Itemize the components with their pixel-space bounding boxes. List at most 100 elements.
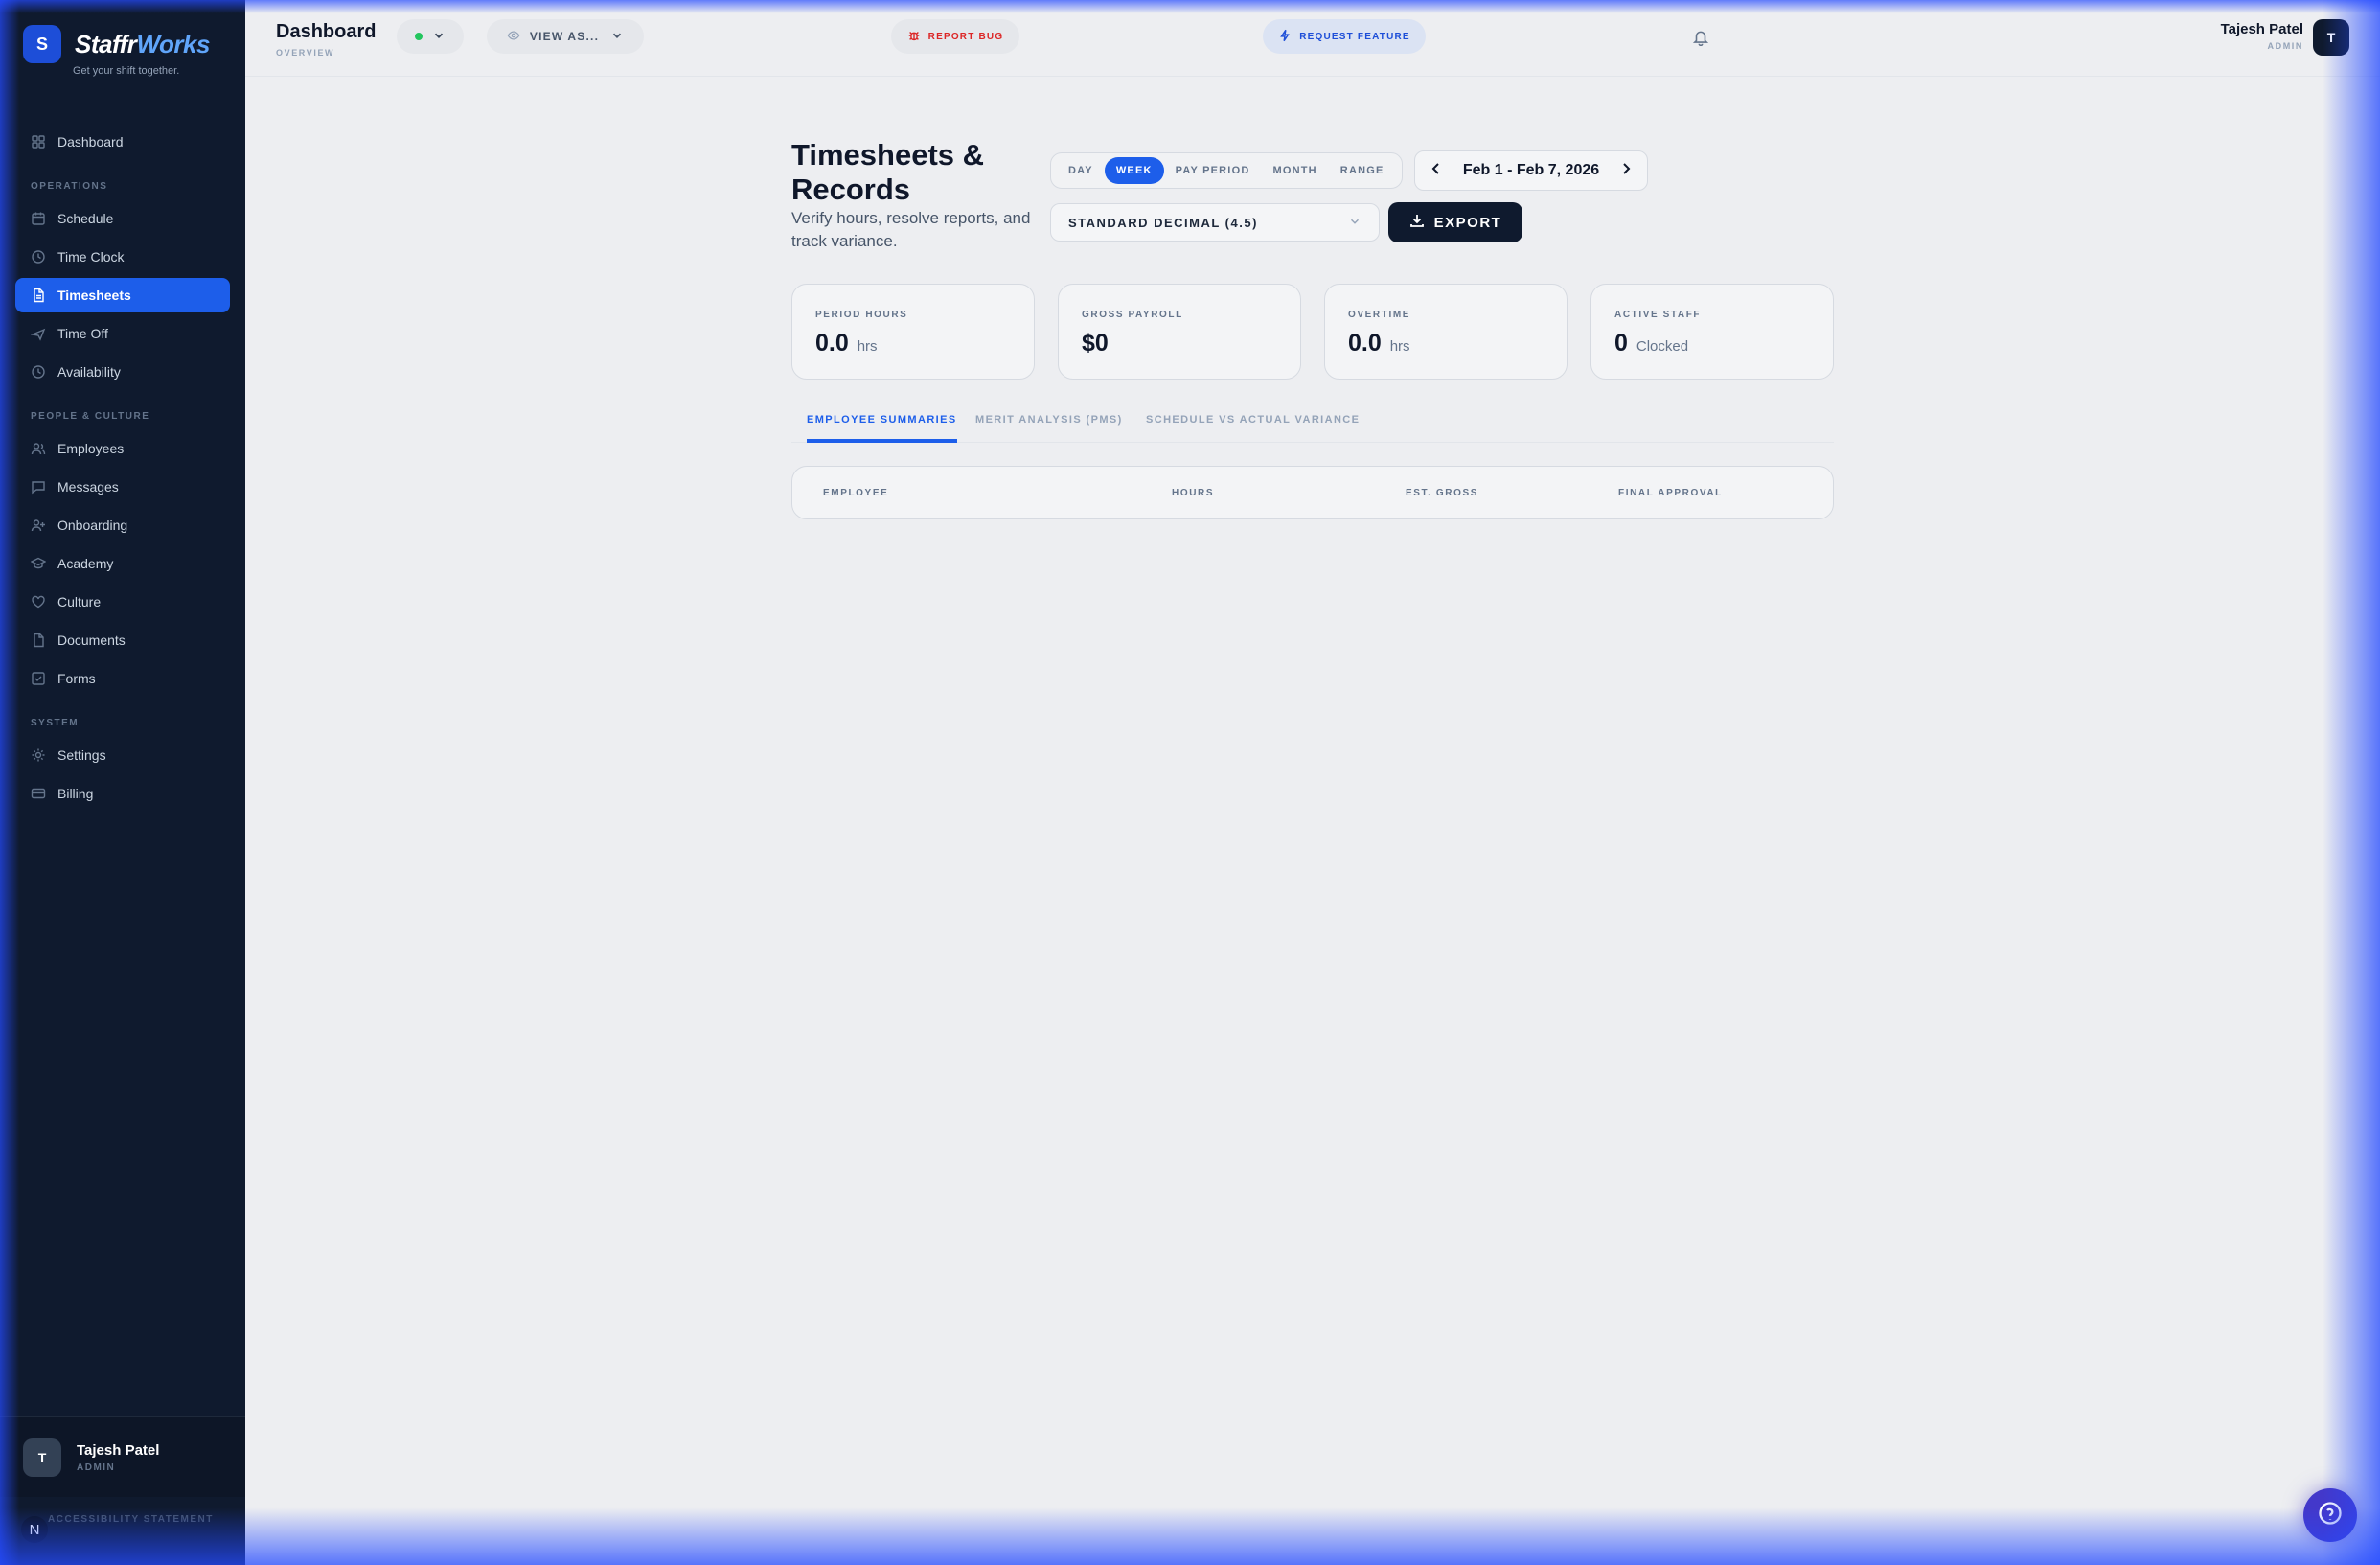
edge-glow <box>0 1507 2380 1565</box>
stat-label: PERIOD HOURS <box>815 310 908 320</box>
date-navigator: Feb 1 - Feb 7, 2026 <box>1414 150 1648 191</box>
sidebar-item-timesheets[interactable]: Timesheets <box>15 278 230 312</box>
sidebar-item-availability[interactable]: Availability <box>15 355 230 389</box>
sidebar-item-label: Documents <box>57 633 126 648</box>
time-format-value: STANDARD DECIMAL (4.5) <box>1068 215 1258 230</box>
sidebar-item-settings[interactable]: Settings <box>15 738 230 772</box>
clock-icon <box>31 249 46 265</box>
topbar-subtitle: OVERVIEW <box>276 48 335 58</box>
sidebar-item-label: Employees <box>57 441 125 456</box>
heart-icon <box>31 594 46 610</box>
sidebar-item-culture[interactable]: Culture <box>15 585 230 619</box>
sidebar-section-system: SYSTEM <box>31 717 80 728</box>
sidebar-item-label: Culture <box>57 594 102 610</box>
table-header-employee[interactable]: EMPLOYEE <box>823 488 888 498</box>
avatar[interactable]: T <box>2313 19 2349 56</box>
sidebar-item-time-clock[interactable]: Time Clock <box>15 240 230 274</box>
tab-merit-analysis[interactable]: MERIT ANALYSIS (PMS) <box>975 414 1123 443</box>
sidebar: S StaffrWorks Get your shift together. D… <box>0 0 245 1565</box>
question-icon <box>2317 1500 2344 1531</box>
export-label: EXPORT <box>1433 214 1502 231</box>
report-bug-button[interactable]: REPORT BUG <box>891 19 1019 54</box>
table-header-final-approval[interactable]: FINAL APPROVAL <box>1618 488 1723 498</box>
brand-tagline: Get your shift together. <box>73 65 180 77</box>
sidebar-item-label: Settings <box>57 748 106 763</box>
sidebar-item-label: Messages <box>57 479 119 495</box>
brand-name-part2: Works <box>136 29 210 58</box>
chevron-left-icon[interactable] <box>1429 161 1444 181</box>
document-icon <box>31 633 46 648</box>
tab-schedule-variance[interactable]: SCHEDULE VS ACTUAL VARIANCE <box>1146 414 1360 443</box>
sidebar-item-label: Time Off <box>57 326 108 341</box>
calendar-icon <box>31 211 46 226</box>
stat-card-active-staff: ACTIVE STAFF 0 Clocked <box>1590 284 1834 380</box>
sidebar-item-time-off[interactable]: Time Off <box>15 316 230 351</box>
sidebar-item-schedule[interactable]: Schedule <box>15 201 230 236</box>
sidebar-item-label: Forms <box>57 671 96 686</box>
accessibility-statement-link[interactable]: ACCESSIBILITY STATEMENT <box>48 1514 214 1525</box>
sidebar-section-people-culture: PEOPLE & CULTURE <box>31 410 150 422</box>
sidebar-user[interactable]: T Tajesh Patel ADMIN <box>0 1416 245 1497</box>
bell-icon[interactable] <box>1682 19 1719 56</box>
view-as-label: VIEW AS... <box>529 30 600 43</box>
topbar-title: Dashboard <box>276 21 377 42</box>
topbar-user-role: ADMIN <box>2267 41 2303 51</box>
chevron-down-icon <box>432 29 446 45</box>
stat-unit: hrs <box>857 338 878 355</box>
topbar-user-name: Tajesh Patel <box>2220 21 2303 37</box>
request-feature-button[interactable]: REQUEST FEATURE <box>1263 19 1426 54</box>
sidebar-item-employees[interactable]: Employees <box>15 431 230 466</box>
sidebar-item-forms[interactable]: Forms <box>15 661 230 696</box>
download-icon <box>1409 213 1434 232</box>
stat-unit: Clocked <box>1636 338 1689 355</box>
bug-icon <box>907 29 921 45</box>
help-button[interactable] <box>2303 1488 2357 1542</box>
brand-name: StaffrWorks <box>75 30 210 59</box>
export-button[interactable]: EXPORT <box>1388 202 1522 242</box>
topbar: Dashboard OVERVIEW VIEW AS... REPORT BUG… <box>245 0 2380 77</box>
gear-icon <box>31 748 46 763</box>
period-month-button[interactable]: MONTH <box>1261 157 1328 184</box>
avatar: T <box>23 1438 61 1477</box>
period-pay-period-button[interactable]: PAY PERIOD <box>1164 157 1262 184</box>
brand[interactable]: S StaffrWorks <box>23 25 210 63</box>
sidebar-item-documents[interactable]: Documents <box>15 623 230 657</box>
sidebar-item-messages[interactable]: Messages <box>15 470 230 504</box>
checkbox-icon <box>31 671 46 686</box>
file-icon <box>31 288 46 303</box>
time-format-select[interactable]: STANDARD DECIMAL (4.5) <box>1050 203 1380 242</box>
sidebar-item-label: Schedule <box>57 211 114 226</box>
stat-value: 0.0 <box>1348 330 1382 357</box>
status-dropdown[interactable] <box>397 19 464 54</box>
sidebar-item-label: Timesheets <box>57 288 131 303</box>
sidebar-item-academy[interactable]: Academy <box>15 546 230 581</box>
table-header-est-gross[interactable]: EST. GROSS <box>1406 488 1478 498</box>
tab-employee-summaries[interactable]: EMPLOYEE SUMMARIES <box>807 414 957 443</box>
period-week-button[interactable]: WEEK <box>1104 157 1164 184</box>
graduation-cap-icon <box>31 556 46 571</box>
brand-logo-badge: S <box>23 25 61 63</box>
sidebar-item-label: Availability <box>57 364 121 380</box>
stat-card-overtime: OVERTIME 0.0 hrs <box>1324 284 1568 380</box>
request-feature-label: REQUEST FEATURE <box>1299 31 1410 42</box>
stat-card-gross-payroll: GROSS PAYROLL $0 <box>1058 284 1301 380</box>
stat-value: 0.0 <box>815 330 849 357</box>
period-range-button[interactable]: RANGE <box>1329 157 1396 184</box>
sparkle-icon <box>1278 29 1292 45</box>
view-as-dropdown[interactable]: VIEW AS... <box>487 19 644 54</box>
chevron-right-icon[interactable] <box>1618 161 1634 181</box>
period-day-button[interactable]: DAY <box>1057 157 1105 184</box>
date-range-label: Feb 1 - Feb 7, 2026 <box>1462 162 1600 178</box>
sidebar-item-dashboard[interactable]: Dashboard <box>15 125 230 159</box>
stat-label: GROSS PAYROLL <box>1082 310 1183 320</box>
period-selector: DAY WEEK PAY PERIOD MONTH RANGE <box>1050 152 1403 189</box>
table-header-hours[interactable]: HOURS <box>1172 488 1214 498</box>
n-badge[interactable]: N <box>21 1516 48 1543</box>
sidebar-item-onboarding[interactable]: Onboarding <box>15 508 230 542</box>
chevron-down-icon <box>610 29 624 45</box>
stat-card-period-hours: PERIOD HOURS 0.0 hrs <box>791 284 1035 380</box>
page-description: Verify hours, resolve reports, and track… <box>791 209 1031 250</box>
topbar-user[interactable]: Tajesh Patel ADMIN <box>2221 21 2303 51</box>
employee-table: EMPLOYEE HOURS EST. GROSS FINAL APPROVAL <box>791 466 1834 519</box>
sidebar-item-billing[interactable]: Billing <box>15 776 230 811</box>
